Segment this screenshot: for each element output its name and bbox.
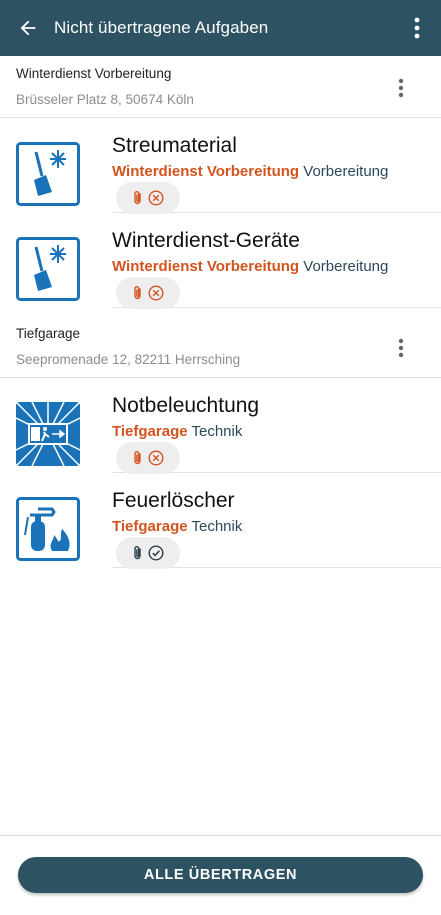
task-subtitle: Winterdienst Vorbereitung Vorbereitung	[112, 163, 388, 180]
fire-extinguisher-icon	[16, 497, 80, 561]
task-location: Tiefgarage	[112, 423, 188, 440]
paperclip-icon	[134, 191, 141, 205]
back-button[interactable]	[2, 0, 54, 56]
snow-shovel-icon	[16, 237, 80, 301]
task-category: Vorbereitung	[303, 163, 389, 180]
task-category: Technik	[191, 518, 243, 535]
cancel-circle-icon	[148, 190, 164, 206]
status-chip	[116, 277, 180, 309]
task-location: Winterdienst Vorbereitung	[112, 258, 300, 275]
task-subtitle: Tiefgarage Technik	[112, 518, 242, 535]
task-title: Notbeleuchtung	[112, 394, 260, 417]
group-address: Seepromenade 12, 82211 Herrsching	[16, 352, 241, 367]
more-vert-icon	[398, 338, 404, 358]
group-menu-button[interactable]	[383, 70, 419, 106]
task-subtitle: Winterdienst Vorbereitung Vorbereitung	[112, 258, 388, 275]
task-category: Technik	[191, 423, 243, 440]
snow-shovel-icon	[16, 142, 80, 206]
paperclip-icon	[134, 451, 141, 465]
task-category: Vorbereitung	[303, 258, 389, 275]
group-name: Winterdienst Vorbereitung	[16, 66, 172, 81]
check-circle-icon	[148, 545, 164, 561]
transfer-all-button[interactable]: ALLE ÜBERTRAGEN	[18, 857, 423, 893]
task-title: Streumaterial	[112, 134, 237, 157]
cancel-circle-icon	[148, 285, 164, 301]
app-bar: Nicht übertragene Aufgaben	[0, 0, 441, 56]
group-address: Brüsseler Platz 8, 50674 Köln	[16, 92, 194, 107]
task-item[interactable]: Streumaterial Winterdienst Vorbereitung …	[0, 118, 441, 214]
task-item[interactable]: Winterdienst-Geräte Winterdienst Vorbere…	[0, 213, 441, 309]
task-location: Tiefgarage	[112, 518, 188, 535]
overflow-menu-button[interactable]	[393, 0, 441, 56]
group-menu-button[interactable]	[383, 330, 419, 366]
status-chip	[116, 182, 180, 214]
arrow-left-icon	[20, 20, 36, 36]
cancel-circle-icon	[148, 450, 164, 466]
footer-bar: ALLE ÜBERTRAGEN	[0, 835, 441, 915]
task-subtitle: Tiefgarage Technik	[112, 423, 242, 440]
paperclip-icon	[134, 546, 141, 560]
status-chip	[116, 442, 180, 474]
task-title: Feuerlöscher	[112, 489, 235, 512]
task-list: Winterdienst Vorbereitung Brüsseler Plat…	[0, 56, 441, 835]
more-vert-icon	[414, 17, 420, 39]
task-item[interactable]: Feuerlöscher Tiefgarage Technik	[0, 473, 441, 569]
task-item[interactable]: Notbeleuchtung Tiefgarage Technik	[0, 378, 441, 474]
paperclip-icon	[134, 286, 141, 300]
group-name: Tiefgarage	[16, 326, 81, 341]
emergency-exit-icon	[15, 401, 81, 467]
group-header: Tiefgarage Seepromenade 12, 82211 Herrsc…	[0, 308, 441, 378]
group-header: Winterdienst Vorbereitung Brüsseler Plat…	[0, 56, 441, 118]
more-vert-icon	[398, 78, 404, 98]
status-chip	[116, 537, 180, 569]
task-location: Winterdienst Vorbereitung	[112, 163, 300, 180]
page-title: Nicht übertragene Aufgaben	[54, 18, 269, 37]
task-title: Winterdienst-Geräte	[112, 229, 300, 252]
